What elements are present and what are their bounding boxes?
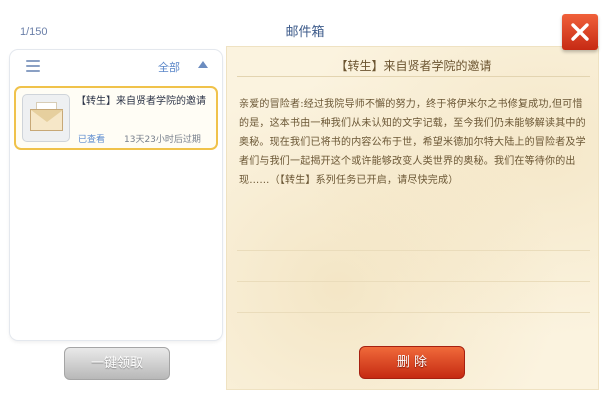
list-toolbar: 全部 [10, 50, 222, 82]
mail-list-item[interactable]: 【转生】来自贤者学院的邀请 已查看 13天23小时后过期 [14, 86, 218, 150]
claim-all-button[interactable]: 一键领取 [64, 347, 170, 380]
divider [237, 250, 590, 251]
letter-body: 亲爱的冒险者:经过我院导师不懈的努力，终于将伊米尔之书修复成功,但可惜的是，这本… [239, 99, 586, 186]
letter-title-bar: 【转生】来自贤者学院的邀请 [237, 55, 590, 77]
letter-title: 【转生】来自贤者学院的邀请 [335, 59, 492, 73]
delete-button[interactable]: 删 除 [359, 346, 465, 379]
divider [237, 281, 590, 282]
list-menu-icon[interactable] [26, 60, 40, 72]
filter-dropdown[interactable]: 全部 [158, 59, 180, 75]
mail-list-panel: 全部 【转生】来自贤者学院的邀请 已查看 13天23小时后过期 [10, 50, 222, 340]
mail-count: 1/150 [20, 26, 48, 38]
mail-status: 已查看 [78, 135, 106, 145]
page-title: 邮件箱 [285, 25, 325, 40]
close-button[interactable] [562, 14, 598, 50]
mail-subject: 【转生】来自贤者学院的邀请 [76, 96, 206, 107]
divider [237, 312, 590, 313]
triangle-up-icon[interactable] [198, 61, 208, 68]
close-icon [571, 23, 589, 41]
letter-panel: 【转生】来自贤者学院的邀请 亲爱的冒险者:经过我院导师不懈的努力，终于将伊米尔之… [226, 46, 599, 390]
mail-expire-time: 13天23小时后过期 [124, 135, 201, 145]
envelope-icon [22, 94, 70, 142]
